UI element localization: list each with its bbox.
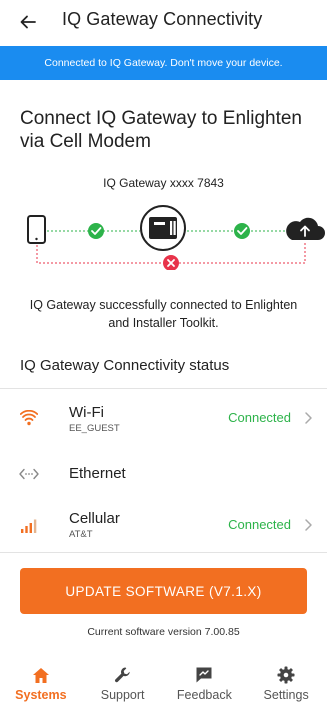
divider (0, 552, 327, 553)
nav-item-settings[interactable]: Settings (245, 659, 327, 704)
feedback-icon (164, 665, 246, 685)
cloud-upload-icon (286, 217, 325, 240)
status-badge: Connected (228, 517, 291, 532)
nav-item-support[interactable]: Support (82, 659, 164, 704)
success-message: IQ Gateway successfully connected to Enl… (29, 298, 298, 330)
status-section-title: IQ Gateway Connectivity status (20, 357, 230, 374)
phone-icon (27, 215, 46, 244)
nav-label: Settings (263, 688, 309, 702)
status-row-label: Ethernet (69, 465, 126, 482)
status-row-label: Wi-Fi (69, 404, 104, 421)
nav-label: Systems (15, 688, 67, 702)
status-row-label: Cellular (69, 510, 120, 527)
status-row-ethernet[interactable]: Ethernet (0, 448, 327, 500)
check-phone-gateway-icon (88, 223, 104, 239)
app-header: IQ Gateway Connectivity (0, 0, 327, 44)
ethernet-icon (18, 463, 40, 485)
nav-label: Feedback (176, 688, 232, 702)
nav-label: Support (100, 688, 145, 702)
status-row-subtitle: EE_GUEST (69, 423, 120, 434)
connect-section-title: Connect IQ Gateway to Enlighten via Cell… (20, 108, 302, 152)
page-title: IQ Gateway Connectivity (62, 9, 263, 29)
nav-item-feedback[interactable]: Feedback (164, 659, 246, 704)
wrench-icon (82, 665, 164, 685)
nav-item-systems[interactable]: Systems (0, 659, 82, 704)
arrow-left-icon (20, 15, 36, 29)
error-phone-cloud-icon (163, 255, 179, 270)
cellular-signal-icon (18, 515, 40, 537)
chevron-right-icon (305, 519, 312, 531)
gateway-icon (140, 205, 186, 251)
status-row-subtitle: AT&T (69, 529, 93, 540)
status-badge: Connected (228, 410, 291, 425)
chevron-right-icon (305, 412, 312, 424)
update-software-button[interactable]: UPDATE SOFTWARE (V7.1.X) (20, 568, 307, 614)
status-row-cellular[interactable]: Cellular AT&T Connected (0, 500, 327, 552)
status-row-wifi[interactable]: Wi-Fi EE_GUEST Connected (0, 392, 327, 444)
home-icon (0, 665, 82, 685)
bottom-nav: Systems Support Feedback Settings (0, 659, 327, 704)
wifi-icon (18, 407, 40, 429)
check-gateway-cloud-icon (234, 223, 250, 239)
gear-icon (245, 665, 327, 685)
back-button[interactable] (14, 8, 42, 36)
current-version-text: Current software version 7.00.85 (87, 626, 240, 638)
connection-diagram (27, 205, 325, 270)
divider (0, 388, 327, 389)
connection-banner: Connected to IQ Gateway. Don't move your… (0, 46, 327, 80)
